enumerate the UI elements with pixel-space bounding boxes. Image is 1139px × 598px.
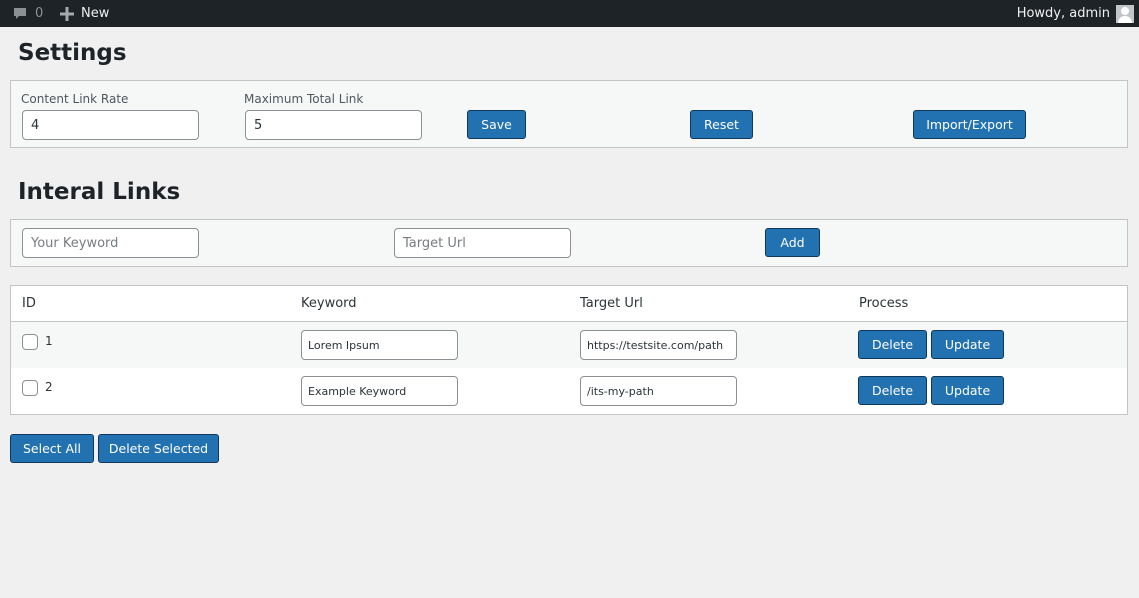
row-target-url-input[interactable]	[580, 330, 737, 360]
save-button[interactable]: Save	[467, 110, 526, 139]
header-process: Process	[859, 296, 909, 311]
row-id: 1	[45, 334, 53, 348]
table-header: ID Keyword Target Url Process	[11, 286, 1127, 322]
delete-button[interactable]: Delete	[858, 376, 927, 405]
header-target-url: Target Url	[580, 296, 643, 311]
avatar-icon	[1116, 4, 1134, 23]
comments-count: 0	[35, 6, 44, 21]
header-keyword: Keyword	[301, 296, 357, 311]
internal-links-title: Interal Links	[18, 179, 181, 205]
reset-button[interactable]: Reset	[690, 110, 753, 139]
comment-icon	[14, 7, 26, 19]
delete-button[interactable]: Delete	[858, 330, 927, 359]
content-link-rate-label: Content Link Rate	[21, 92, 129, 106]
maximum-total-link-label: Maximum Total Link	[244, 92, 364, 106]
update-button[interactable]: Update	[931, 376, 1004, 405]
maximum-total-link-input[interactable]	[245, 110, 422, 140]
row-keyword-input[interactable]	[301, 330, 458, 360]
row-keyword-input[interactable]	[301, 376, 458, 406]
table-row: 2 Delete Update	[11, 368, 1127, 414]
row-checkbox[interactable]	[22, 334, 38, 350]
update-button[interactable]: Update	[931, 330, 1004, 359]
links-table: ID Keyword Target Url Process 1 Delete U…	[10, 285, 1128, 415]
add-link-panel: Add	[10, 219, 1128, 267]
new-content-link[interactable]: New	[60, 0, 109, 27]
row-target-url-input[interactable]	[580, 376, 737, 406]
account-menu[interactable]: Howdy, admin	[1017, 0, 1134, 27]
settings-title: Settings	[18, 40, 127, 66]
keyword-input[interactable]	[22, 228, 199, 258]
row-checkbox[interactable]	[22, 380, 38, 396]
comments-link[interactable]: 0	[12, 0, 43, 27]
table-row: 1 Delete Update	[11, 322, 1127, 368]
select-all-button[interactable]: Select All	[10, 434, 94, 463]
settings-panel: Content Link Rate Maximum Total Link Sav…	[10, 80, 1128, 148]
delete-selected-button[interactable]: Delete Selected	[98, 434, 219, 463]
admin-bar: 0 New Howdy, admin	[0, 0, 1139, 27]
add-button[interactable]: Add	[765, 228, 820, 257]
plus-icon	[60, 6, 74, 21]
import-export-button[interactable]: Import/Export	[913, 110, 1026, 139]
new-label: New	[81, 6, 110, 21]
howdy-text: Howdy, admin	[1016, 6, 1110, 21]
header-id: ID	[22, 296, 36, 311]
row-id: 2	[45, 380, 53, 394]
content-link-rate-input[interactable]	[22, 110, 199, 140]
target-url-input[interactable]	[394, 228, 571, 258]
